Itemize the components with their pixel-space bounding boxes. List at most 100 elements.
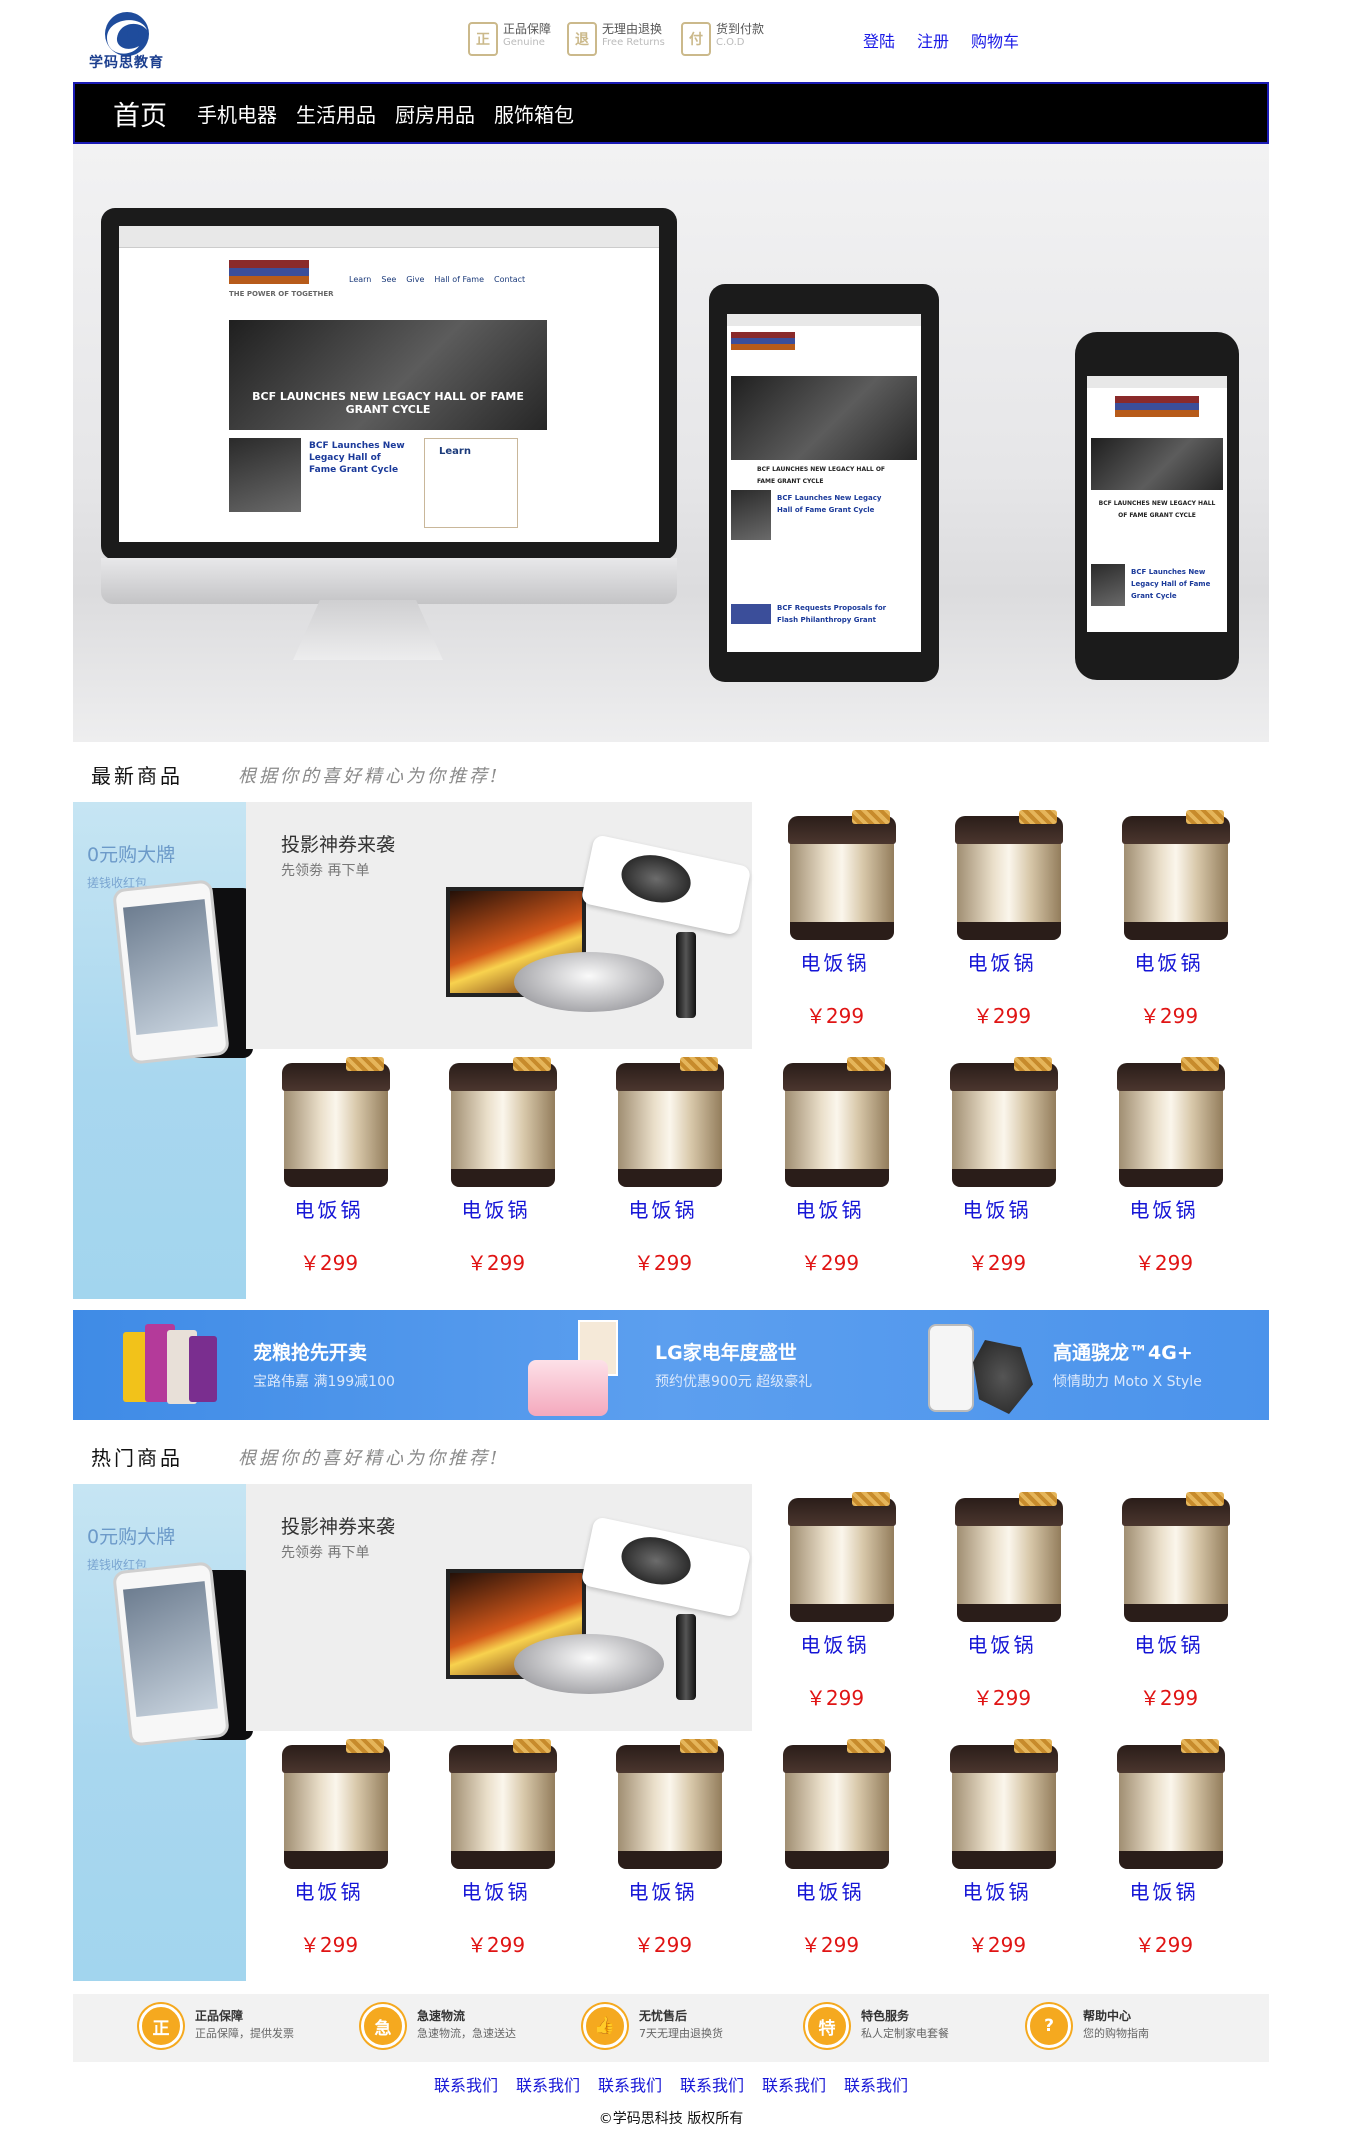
feature-title: 特色服务: [861, 2009, 910, 2023]
cart-link[interactable]: 购物车: [971, 28, 1019, 52]
side-ad[interactable]: 0元购大牌 搓钱收红包: [73, 1484, 253, 1981]
remote-image: [676, 932, 696, 1018]
rice-cooker-image: [1117, 1057, 1225, 1187]
product-name[interactable]: 电饭锅: [580, 1876, 746, 1905]
nav-item-fashion[interactable]: 服饰箱包: [494, 99, 574, 128]
product-card[interactable]: 电饭锅 ￥299: [580, 1049, 746, 1291]
nav-item-home[interactable]: 首页: [113, 94, 167, 133]
shield-icon: 正: [139, 2004, 183, 2048]
feature-sub: 7天无理由退换货: [639, 2027, 723, 2040]
feature-logistics: 急 急速物流 急速物流，急速送达: [361, 2004, 516, 2048]
product-price: ￥299: [299, 1251, 359, 1275]
genuine-badge-icon: 正: [468, 22, 498, 56]
register-link[interactable]: 注册: [917, 28, 949, 52]
promo-banner[interactable]: 宠粮抢先开卖 宝路伟嘉 满199减100 LG家电年度盛世 预约优惠900元 超…: [73, 1310, 1269, 1420]
product-name[interactable]: 电饭锅: [413, 1194, 579, 1223]
rice-cooker-image: [616, 1739, 724, 1869]
product-name[interactable]: 电饭锅: [914, 1876, 1080, 1905]
product-name[interactable]: 电饭锅: [919, 947, 1085, 976]
section-title-bar: 最新商品 根据你的喜好精心为你推荐!: [73, 742, 1269, 802]
product-card[interactable]: 电饭锅 ￥299: [914, 1731, 1080, 1973]
hero-banner[interactable]: THE POWER OF TOGETHER Learn See Give Hal…: [73, 144, 1269, 742]
phone-device: BCF LAUNCHES NEW LEGACY HALL OF FAME GRA…: [1075, 332, 1239, 680]
product-price: ￥299: [1139, 1686, 1199, 1710]
feature-title: 无忧售后: [639, 2009, 688, 2023]
nav-item-phones[interactable]: 手机电器: [197, 99, 277, 128]
product-card[interactable]: 电饭锅 ￥299: [246, 1731, 412, 1973]
product-card[interactable]: 电饭锅 ￥299: [919, 802, 1085, 1044]
returns-badge-icon: 退: [567, 22, 597, 56]
product-card[interactable]: 电饭锅 ￥299: [747, 1731, 913, 1973]
product-card[interactable]: 电饭锅 ￥299: [747, 1049, 913, 1291]
site-menu-item: Learn: [349, 275, 372, 284]
product-price: ￥299: [972, 1686, 1032, 1710]
pet-food-image: [123, 1320, 218, 1410]
nav-item-living[interactable]: 生活用品: [296, 99, 376, 128]
projector-promo[interactable]: 投影神券来袭 先领劵 再下单: [246, 802, 752, 1049]
nav-item-kitchen[interactable]: 厨房用品: [395, 99, 475, 128]
product-name[interactable]: 电饭锅: [246, 1194, 412, 1223]
product-card[interactable]: 电饭锅 ￥299: [752, 802, 918, 1044]
product-name[interactable]: 电饭锅: [752, 947, 918, 976]
product-name[interactable]: 电饭锅: [1081, 1194, 1247, 1223]
projector-promo[interactable]: 投影神券来袭 先领劵 再下单: [246, 1484, 752, 1731]
product-card[interactable]: 电饭锅 ￥299: [580, 1731, 746, 1973]
rice-cooker-image: [955, 810, 1063, 940]
feature-genuine: 正 正品保障正品保障，提供发票: [139, 2004, 294, 2048]
foundation-tagline: THE POWER OF TOGETHER: [229, 290, 334, 298]
contact-link[interactable]: 联系我们: [762, 2072, 826, 2096]
phone-slide: [1091, 438, 1223, 490]
product-name[interactable]: 电饭锅: [914, 1194, 1080, 1223]
section-subtitle: 根据你的喜好精心为你推荐!: [238, 1448, 501, 1469]
product-card[interactable]: 电饭锅 ￥299: [914, 1049, 1080, 1291]
contact-link[interactable]: 联系我们: [516, 2072, 580, 2096]
feature-aftersale: 👍 无忧售后 7天无理由退换货: [583, 2004, 723, 2048]
guarantee-sub: Genuine: [503, 37, 545, 48]
product-card[interactable]: 电饭锅 ￥299: [1081, 1731, 1247, 1973]
product-price: ￥299: [805, 1686, 865, 1710]
product-price: ￥299: [1134, 1933, 1194, 1957]
rice-cooker-image: [955, 1492, 1063, 1622]
feature-sub: 正品保障，提供发票: [195, 2027, 294, 2040]
product-card[interactable]: 电饭锅 ￥299: [752, 1484, 918, 1726]
product-card[interactable]: 电饭锅 ￥299: [919, 1484, 1085, 1726]
product-card[interactable]: 电饭锅 ￥299: [1081, 1049, 1247, 1291]
moto-phone-image: [928, 1324, 974, 1412]
product-name[interactable]: 电饭锅: [919, 1629, 1085, 1658]
product-card[interactable]: 电饭锅 ￥299: [1086, 1484, 1252, 1726]
product-name[interactable]: 电饭锅: [752, 1629, 918, 1658]
footer-links: 联系我们 联系我们 联系我们 联系我们 联系我们 联系我们: [73, 2072, 1269, 2096]
side-ad[interactable]: 0元购大牌 搓钱收红包: [73, 802, 253, 1299]
contact-link[interactable]: 联系我们: [598, 2072, 662, 2096]
product-card[interactable]: 电饭锅 ￥299: [413, 1049, 579, 1291]
product-card[interactable]: 电饭锅 ￥299: [1086, 802, 1252, 1044]
question-icon: ?: [1027, 2004, 1071, 2048]
product-card[interactable]: 电饭锅 ￥299: [413, 1731, 579, 1973]
product-name[interactable]: 电饭锅: [246, 1876, 412, 1905]
product-name[interactable]: 电饭锅: [747, 1876, 913, 1905]
product-card[interactable]: 电饭锅 ￥299: [246, 1049, 412, 1291]
robot-image: [973, 1340, 1033, 1414]
product-block: 0元购大牌 搓钱收红包 投影神券来袭 先领劵 再下单 电饭锅 ￥299 电饭锅 ￥29…: [73, 802, 1269, 1299]
product-name[interactable]: 电饭锅: [413, 1876, 579, 1905]
award-image: [229, 438, 301, 512]
tablet-slide-caption: BCF LAUNCHES NEW LEGACY HALL OF FAME GRA…: [757, 466, 886, 485]
section-title-bar: 热门商品 根据你的喜好精心为你推荐!: [73, 1427, 1269, 1487]
site-header: 学码思教育 正 正品保障 Genuine 退 无理由退换 Free Returns …: [73, 0, 1269, 82]
product-name[interactable]: 电饭锅: [747, 1194, 913, 1223]
banner-sub: 预约优惠900元 超级豪礼: [655, 1374, 813, 1390]
rice-cooker-image: [783, 1057, 891, 1187]
thumbs-up-icon: 👍: [583, 2004, 627, 2048]
product-name[interactable]: 电饭锅: [580, 1194, 746, 1223]
banner-qualcomm: 高通骁龙™4G+ 倾情助力 Moto X Style: [1053, 1338, 1202, 1391]
product-name[interactable]: 电饭锅: [1086, 947, 1252, 976]
product-name[interactable]: 电饭锅: [1081, 1876, 1247, 1905]
feature-title: 正品保障: [195, 2009, 244, 2023]
contact-link[interactable]: 联系我们: [844, 2072, 908, 2096]
phone-image: [112, 879, 230, 1065]
contact-link[interactable]: 联系我们: [680, 2072, 744, 2096]
contact-link[interactable]: 联系我们: [434, 2072, 498, 2096]
login-link[interactable]: 登陆: [863, 28, 895, 52]
rice-cooker-image: [950, 1057, 1058, 1187]
product-name[interactable]: 电饭锅: [1086, 1629, 1252, 1658]
